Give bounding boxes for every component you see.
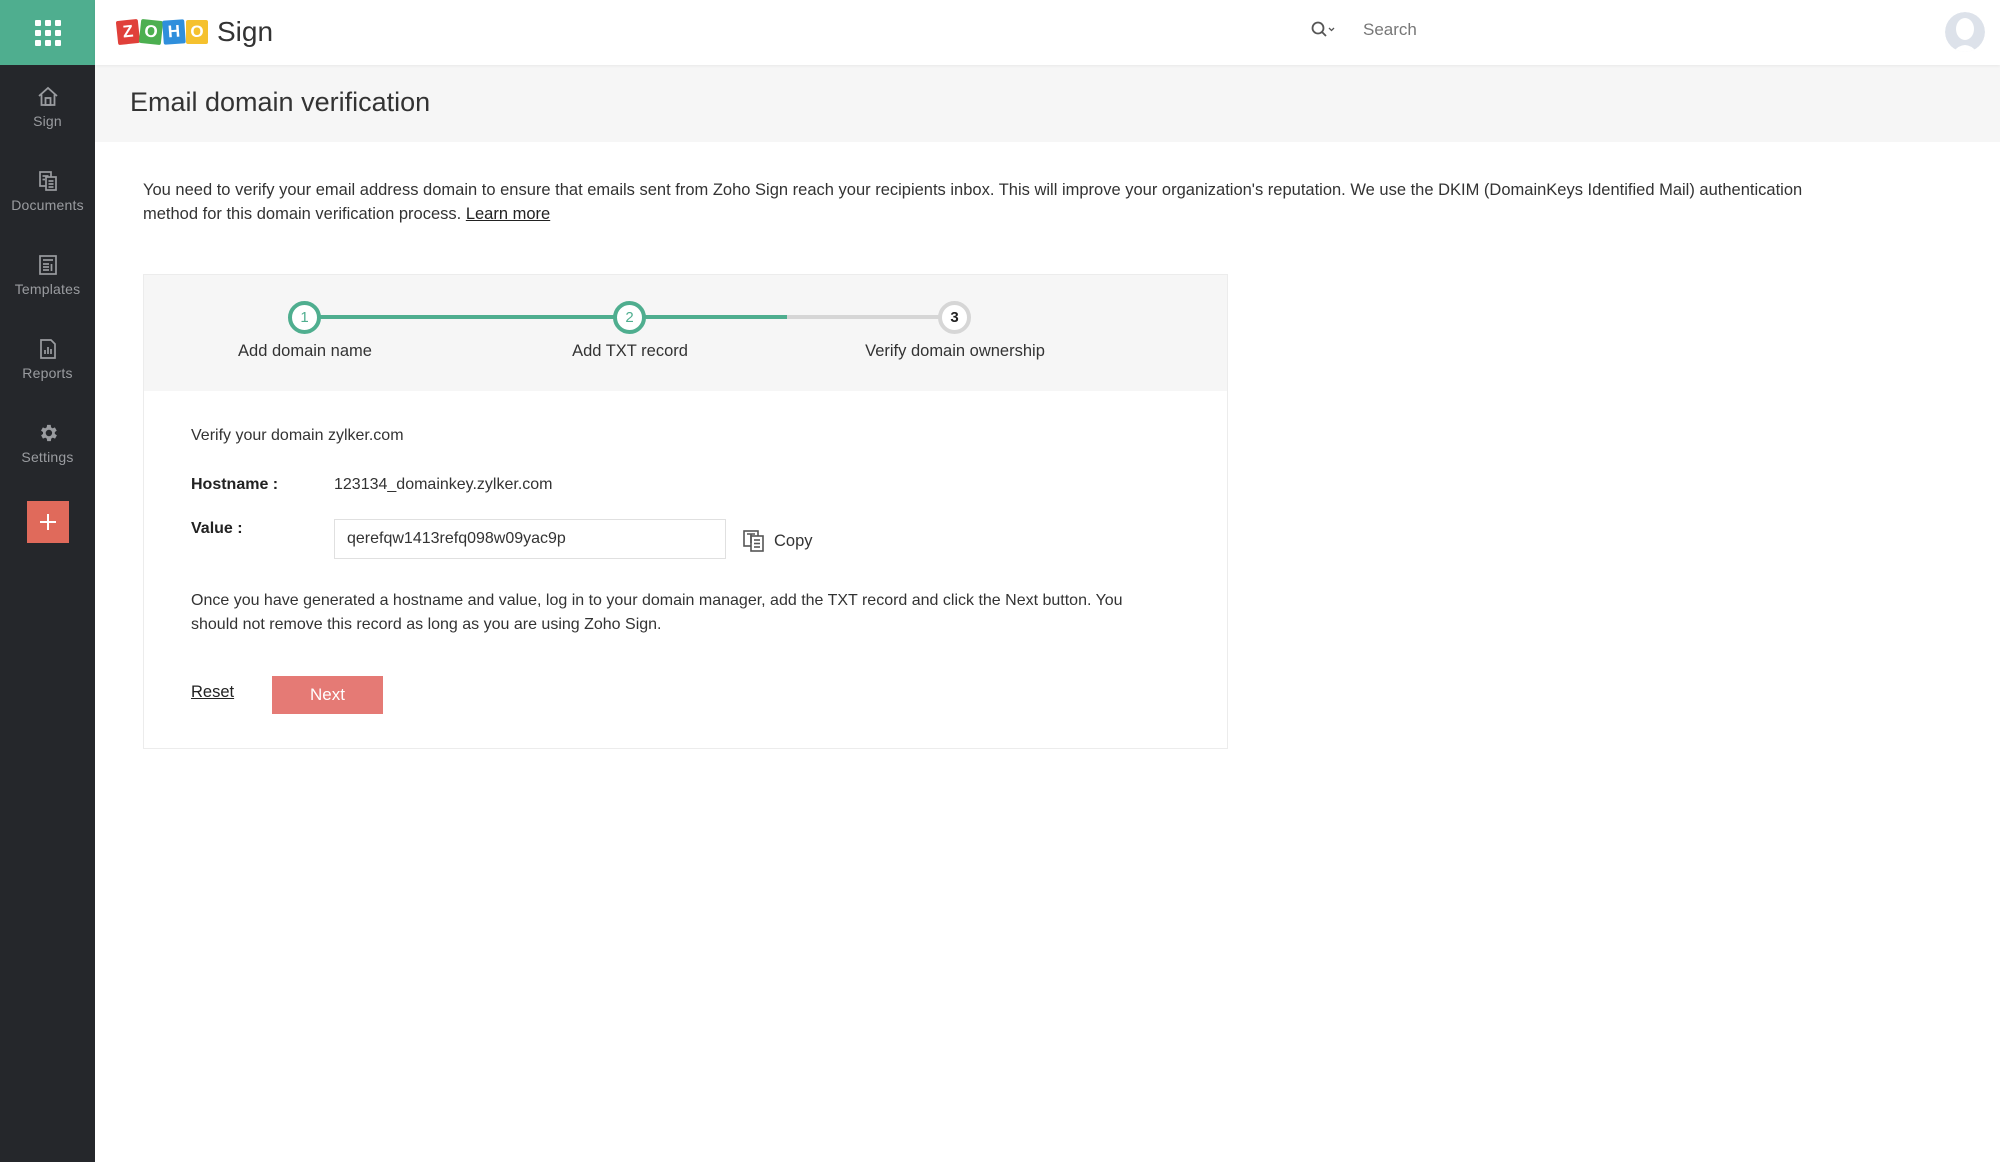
search-scope-dropdown[interactable]: [1310, 20, 1338, 40]
hostname-value: 123134_domainkey.zylker.com: [334, 476, 553, 493]
progress-stepper: 1 2 3 Add domain name Add TXT record Ver…: [144, 275, 1227, 391]
logo-tile: O: [186, 20, 208, 44]
sidebar-item-label: Documents: [11, 197, 84, 213]
user-avatar-icon: [1945, 12, 1985, 52]
step-3-indicator: 3: [938, 301, 971, 334]
reset-link[interactable]: Reset: [191, 683, 234, 702]
step-3-label: Verify domain ownership: [865, 342, 1045, 360]
page-header: Email domain verification: [95, 65, 2000, 142]
home-icon: [36, 85, 60, 109]
sidebar-item-label: Reports: [22, 365, 73, 381]
logo-tile: O: [138, 18, 164, 46]
create-new-button[interactable]: [27, 501, 69, 543]
sidebar-item-settings[interactable]: Settings: [0, 421, 95, 491]
top-bar: Z O H O Sign: [95, 0, 2000, 65]
step-2-label: Add TXT record: [572, 342, 688, 360]
zoho-logo-tiles: Z O H O: [115, 18, 209, 46]
copy-label: Copy: [774, 531, 813, 550]
sidebar-item-label: Settings: [21, 449, 74, 465]
copy-button[interactable]: Copy: [742, 529, 813, 553]
step-2-indicator: 2: [613, 301, 646, 334]
value-label: Value :: [191, 520, 243, 537]
search-bar: [1310, 20, 1663, 40]
next-button[interactable]: Next: [272, 676, 383, 714]
sidebar: Sign Documents Templates Reports Setting…: [0, 0, 95, 1162]
step-line-pending: [787, 315, 955, 319]
grid-icon: [34, 19, 61, 46]
sidebar-item-label: Sign: [33, 113, 62, 129]
plus-icon: [40, 514, 56, 530]
sidebar-item-documents[interactable]: Documents: [0, 169, 95, 239]
learn-more-link[interactable]: Learn more: [466, 205, 550, 223]
zoho-sign-logo[interactable]: Z O H O Sign: [115, 16, 274, 48]
value-field[interactable]: [334, 519, 726, 559]
logo-tile: Z: [115, 18, 141, 46]
copy-icon: [743, 530, 764, 552]
sidebar-item-reports[interactable]: Reports: [0, 337, 95, 407]
verify-domain-heading: Verify your domain zylker.com: [191, 427, 404, 444]
search-input[interactable]: [1363, 20, 1663, 40]
page-title: Email domain verification: [130, 87, 431, 117]
app-launcher-button[interactable]: [0, 0, 95, 65]
reports-icon: [36, 337, 60, 361]
instruction-note: Once you have generated a hostname and v…: [191, 592, 1123, 633]
templates-icon: [36, 253, 60, 277]
gear-icon: [36, 421, 60, 445]
search-icon: [1311, 21, 1335, 37]
step-line-complete: [305, 315, 787, 319]
step-1-label: Add domain name: [238, 342, 372, 360]
product-name: Sign: [217, 16, 274, 47]
sidebar-item-sign[interactable]: Sign: [0, 85, 95, 155]
intro-body: You need to verify your email address do…: [143, 181, 1803, 223]
step-1-indicator: 1: [288, 301, 321, 334]
sidebar-item-templates[interactable]: Templates: [0, 253, 95, 323]
intro-text: You need to verify your email address do…: [143, 178, 1843, 226]
logo-tile: H: [162, 19, 186, 45]
documents-icon: [36, 169, 60, 193]
sidebar-item-label: Templates: [14, 281, 81, 297]
hostname-label: Hostname :: [191, 476, 279, 493]
verification-card: 1 2 3 Add domain name Add TXT record Ver…: [143, 274, 1228, 749]
avatar[interactable]: [1945, 12, 1985, 52]
